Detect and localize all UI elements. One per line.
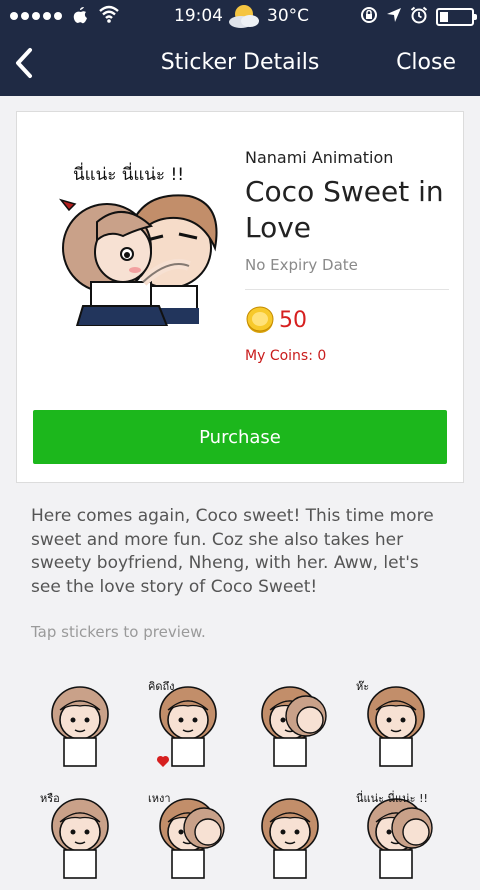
product-name: Coco Sweet in Love <box>245 175 444 244</box>
sticker-girl-shy[interactable]: หรือ <box>30 786 130 886</box>
sticker-caption: หรือ <box>40 792 60 805</box>
product-card: นี่แน่ะ นี่แน่ะ !! Nanami Animation Coco… <box>16 111 464 483</box>
thumbnail-caption: นี่แน่ะ นี่แน่ะ !! <box>73 162 184 185</box>
battery-icon <box>436 8 477 26</box>
clock: 19:04 <box>174 6 223 26</box>
temperature: 30°C <box>267 6 310 26</box>
description: Here comes again, Coco sweet! This time … <box>31 506 434 597</box>
wifi-icon <box>98 4 120 28</box>
location-icon <box>386 7 402 27</box>
coin-icon <box>245 305 275 335</box>
sticker-couple-sad[interactable]: เหงา <box>138 786 238 886</box>
weather-icon <box>226 2 262 34</box>
sticker-caption: ห๊ะ <box>356 680 369 693</box>
apple-icon <box>72 6 90 30</box>
purchase-button[interactable]: Purchase <box>33 410 447 464</box>
sticker-boy-thinking[interactable]: คิดถึง <box>138 674 238 774</box>
nav-bar: Sticker Details Close <box>0 32 480 96</box>
sticker-caption: เหงา <box>148 792 171 805</box>
rotation-lock-icon <box>360 6 378 28</box>
close-button[interactable]: Close <box>396 50 456 75</box>
sticker-boy-hands[interactable] <box>240 786 340 886</box>
sticker-boy-confused[interactable]: ห๊ะ <box>346 674 446 774</box>
expiry-label: No Expiry Date <box>245 256 358 274</box>
sticker-caption: นี่แน่ะ นี่แน่ะ !! <box>356 790 428 805</box>
signal-dots-icon <box>10 12 62 20</box>
price: 50 <box>279 308 307 333</box>
sticker-couple-kiss[interactable]: นี่แน่ะ นี่แน่ะ !! <box>346 786 446 886</box>
back-button[interactable] <box>8 44 48 84</box>
divider <box>245 289 449 290</box>
author-name: Nanami Animation <box>245 148 394 167</box>
sticker-grid: คิดถึง ห๊ะหรือ เหงา นี่แน่ะ นี่แน่ะ !! <box>0 668 480 879</box>
chevron-left-icon <box>16 48 32 78</box>
sticker-caption: คิดถึง <box>148 680 175 693</box>
preview-hint: Tap stickers to preview. <box>31 623 206 641</box>
alarm-icon <box>410 6 428 28</box>
status-bar: 19:04 30°C <box>0 0 480 32</box>
my-coins: My Coins: 0 <box>245 348 327 364</box>
sticker-thumbnail: นี่แน่ะ นี่แน่ะ !! <box>39 130 235 327</box>
sticker-couple-hug[interactable] <box>240 674 340 774</box>
sticker-girl-smile[interactable] <box>30 674 130 774</box>
